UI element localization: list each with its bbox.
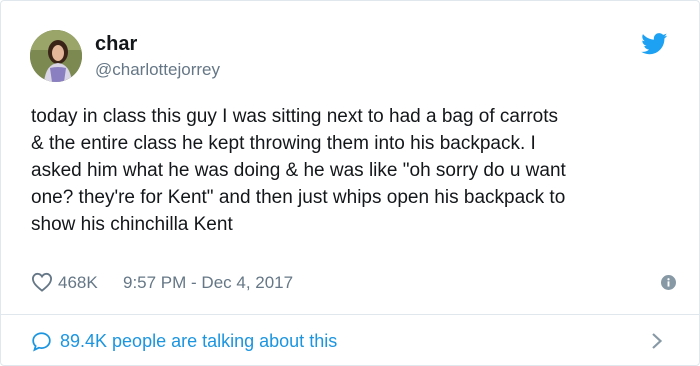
- avatar[interactable]: [30, 30, 82, 82]
- chevron-right-icon[interactable]: [651, 332, 663, 350]
- user-handle[interactable]: @charlottejorrey: [95, 59, 220, 81]
- twitter-bird-icon[interactable]: [641, 33, 668, 55]
- heart-icon[interactable]: [31, 272, 53, 292]
- comment-icon: [32, 332, 51, 352]
- avatar-image: [30, 30, 82, 82]
- tweet-meta: 468K 9:57 PM - Dec 4, 2017: [31, 270, 676, 296]
- conversation-link[interactable]: 89.4K people are talking about this: [31, 327, 671, 355]
- tweet-card: char @charlottejorrey today in class thi…: [0, 0, 700, 366]
- like-count[interactable]: 468K: [58, 273, 98, 293]
- tweet-text: today in class this guy I was sitting ne…: [31, 106, 566, 235]
- user-names: char @charlottejorrey: [95, 33, 220, 81]
- display-name[interactable]: char: [95, 33, 220, 55]
- tweet-timestamp[interactable]: 9:57 PM - Dec 4, 2017: [123, 273, 293, 293]
- tweet-header: char @charlottejorrey: [30, 25, 680, 85]
- divider: [1, 314, 700, 315]
- talking-count[interactable]: 89.4K people are talking about this: [60, 331, 337, 352]
- info-icon[interactable]: [661, 275, 676, 290]
